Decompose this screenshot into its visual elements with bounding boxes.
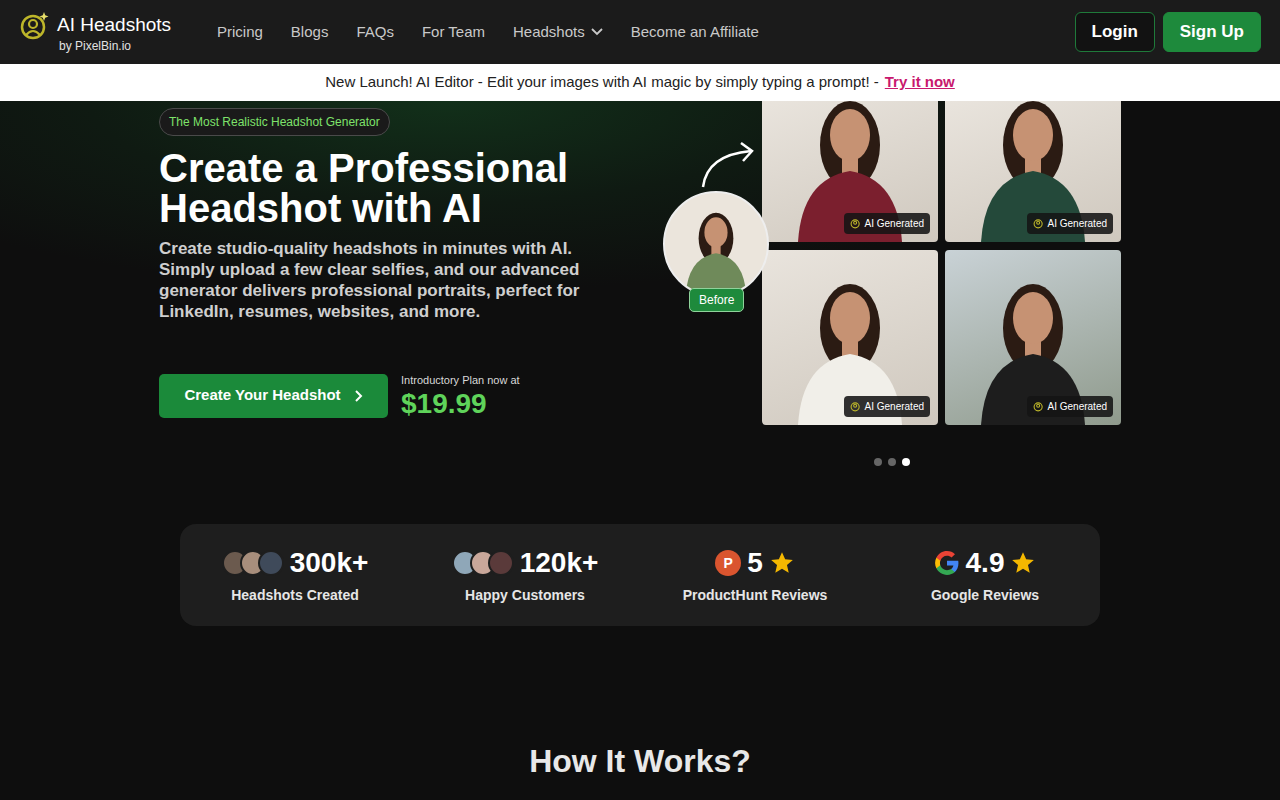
generated-headshot: AI Generated xyxy=(762,101,938,242)
avatar-stack xyxy=(222,550,284,576)
stat-value: 120k+ xyxy=(520,548,599,579)
stat-headline: 4.9 xyxy=(934,548,1037,579)
headshot-logo-icon xyxy=(19,11,49,41)
hero-description: Create studio-quality headshots in minut… xyxy=(159,238,629,322)
signup-button[interactable]: Sign Up xyxy=(1163,12,1261,52)
stat-item: P5 ProductHunt Reviews xyxy=(640,548,870,606)
ai-generated-badge: AI Generated xyxy=(844,396,930,417)
hero-section: The Most Realistic Headshot Generator Cre… xyxy=(0,101,1280,524)
price-box: Introductory Plan now at$19.99 xyxy=(401,372,520,419)
stat-label: ProductHunt Reviews xyxy=(683,585,828,606)
nav-link-label: Headshots xyxy=(513,21,585,44)
create-headshot-button[interactable]: Create Your Headshot xyxy=(159,374,388,418)
nav-link-label: For Team xyxy=(422,21,485,44)
carousel-dot[interactable] xyxy=(902,458,910,466)
rating-stars xyxy=(1010,550,1036,576)
nav-link[interactable]: Become an Affiliate xyxy=(631,21,759,44)
generated-headshot: AI Generated xyxy=(945,101,1121,242)
stat-item: 120k+ Happy Customers xyxy=(410,548,640,606)
avatar-stack xyxy=(452,550,514,576)
star-icon xyxy=(1010,550,1036,576)
carousel-dots xyxy=(874,458,910,466)
headshot-logo-icon xyxy=(1033,218,1044,229)
ai-generated-label: AI Generated xyxy=(865,216,924,231)
headshot-logo-icon xyxy=(850,401,861,412)
hero-title: Create a Professional Headshot with AI xyxy=(159,148,629,228)
cta-label: Create Your Headshot xyxy=(184,384,340,407)
stat-value: 300k+ xyxy=(290,548,369,579)
stat-headline: P5 xyxy=(715,548,795,579)
headshot-logo-icon xyxy=(850,218,861,229)
google-logo-icon xyxy=(934,550,960,576)
nav-link[interactable]: For Team xyxy=(422,21,485,44)
generated-headshot: AI Generated xyxy=(762,250,938,425)
stat-label: Headshots Created xyxy=(231,585,359,606)
cta-row: Create Your Headshot Introductory Plan no… xyxy=(159,372,629,419)
nav-link-label: Blogs xyxy=(291,21,329,44)
stat-headline: 120k+ xyxy=(452,548,599,579)
before-sample: Before xyxy=(663,101,762,297)
stat-label: Happy Customers xyxy=(465,585,585,606)
generated-headshot: AI Generated xyxy=(945,250,1121,425)
generated-gallery: AI Generated AI Generated AI Generated AI G… xyxy=(762,101,1121,425)
user-avatar xyxy=(488,550,514,576)
ai-generated-label: AI Generated xyxy=(1048,216,1107,231)
ai-generated-badge: AI Generated xyxy=(1027,213,1113,234)
auth-buttons: LoginSign Up xyxy=(1075,12,1261,52)
nav-link[interactable]: FAQs xyxy=(356,21,394,44)
stat-value: 5 xyxy=(747,548,763,579)
before-photo xyxy=(663,191,769,297)
login-button[interactable]: Login xyxy=(1075,12,1155,52)
hero-text: The Most Realistic Headshot Generator Cre… xyxy=(159,101,629,466)
top-navbar: AI Headshots by PixelBin.io Pricing Blogs FA… xyxy=(0,0,1280,64)
tagline-badge: The Most Realistic Headshot Generator xyxy=(159,108,390,136)
nav-link[interactable]: Pricing xyxy=(217,21,263,44)
hero-inner: The Most Realistic Headshot Generator Cre… xyxy=(159,101,1121,466)
try-it-now-link[interactable]: Try it now xyxy=(885,71,955,94)
headshot-logo-icon xyxy=(1033,401,1044,412)
stat-value: 4.9 xyxy=(966,548,1005,579)
brand-row: AI Headshots xyxy=(19,11,179,41)
stat-item: 300k+ Headshots Created xyxy=(180,548,410,606)
nav-link[interactable]: Headshots xyxy=(513,21,603,44)
ai-generated-badge: AI Generated xyxy=(844,213,930,234)
nav-link[interactable]: Blogs xyxy=(291,21,329,44)
user-avatar xyxy=(258,550,284,576)
chevron-right-icon xyxy=(355,390,363,402)
stat-item: 4.9 Google Reviews xyxy=(870,548,1100,606)
nav-links: Pricing Blogs FAQs For Team Headshots Become … xyxy=(217,21,759,44)
carousel-dot[interactable] xyxy=(874,458,882,466)
brand-subtitle: by PixelBin.io xyxy=(19,39,179,53)
price-label: Introductory Plan now at xyxy=(401,372,520,389)
ai-generated-label: AI Generated xyxy=(1048,399,1107,414)
chevron-down-icon xyxy=(591,28,603,36)
gallery-row: BeforeAI GeneratedAI GeneratedAI Generat… xyxy=(663,101,1121,425)
hero-gallery-area: BeforeAI GeneratedAI GeneratedAI Generat… xyxy=(663,101,1121,466)
price: $19.99 xyxy=(401,389,520,420)
how-it-works-title: How It Works? xyxy=(0,742,1280,780)
nav-link-label: Pricing xyxy=(217,21,263,44)
ai-generated-badge: AI Generated xyxy=(1027,396,1113,417)
nav-link-label: FAQs xyxy=(356,21,394,44)
rating-stars xyxy=(769,550,795,576)
ai-generated-label: AI Generated xyxy=(865,399,924,414)
curved-arrow-icon xyxy=(699,141,762,191)
stats-panel: 300k+ Headshots Created 120k+ Happy Custome… xyxy=(180,524,1100,626)
announcement-bar: New Launch! AI Editor - Edit your images… xyxy=(0,64,1280,101)
producthunt-logo: P xyxy=(715,550,741,576)
announcement-text: New Launch! AI Editor - Edit your images… xyxy=(325,71,879,94)
star-icon xyxy=(769,550,795,576)
brand-title: AI Headshots xyxy=(57,15,171,36)
nav-link-label: Become an Affiliate xyxy=(631,21,759,44)
stat-headline: 300k+ xyxy=(222,548,369,579)
stat-label: Google Reviews xyxy=(931,585,1039,606)
before-badge: Before xyxy=(689,288,744,312)
brand-logo[interactable]: AI Headshots by PixelBin.io xyxy=(19,11,179,53)
carousel-dot[interactable] xyxy=(888,458,896,466)
